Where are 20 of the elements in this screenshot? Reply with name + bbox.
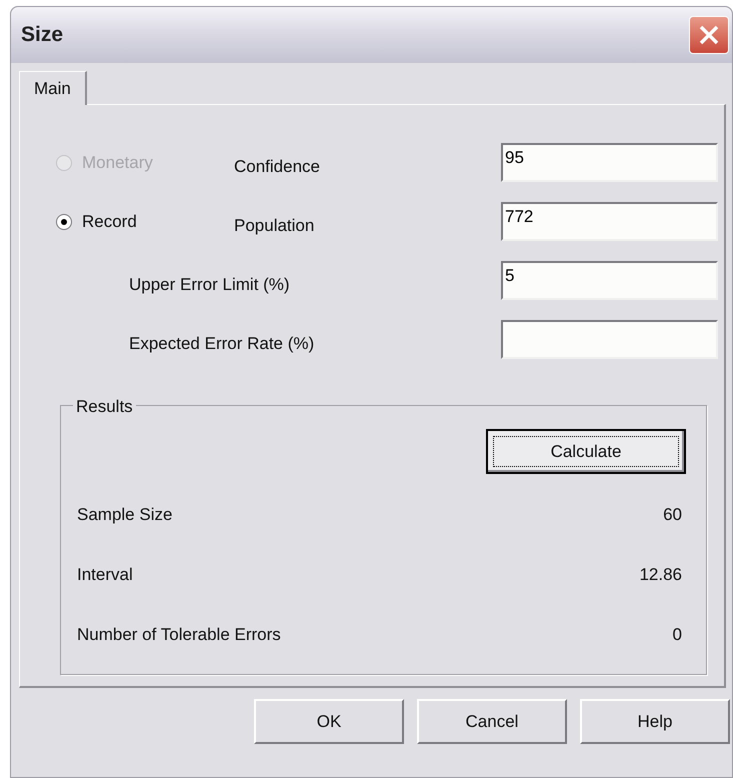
result-label: Interval [77,564,133,586]
input-field[interactable]: 95 [501,143,718,182]
input-field[interactable]: 772 [501,202,718,241]
result-value: 0 [672,624,682,646]
window-title: Size [21,22,64,48]
field-label: Confidence [234,156,320,178]
input-field[interactable]: 5 [501,261,718,300]
dialog-button[interactable]: Cancel [417,699,567,744]
calculate-button[interactable]: Calculate [486,429,686,474]
field-label: Upper Error Limit (%) [129,274,290,296]
field-label: Population [234,214,314,237]
result-label: Number of Tolerable Errors [77,624,281,646]
field-label: Expected Error Rate (%) [129,332,314,355]
tab[interactable]: Main [19,71,87,105]
dialog-button[interactable]: Help [580,699,730,744]
result-value: 12.86 [639,564,682,586]
dialog-button[interactable]: OK [254,699,404,744]
result-value: 60 [663,504,682,526]
result-label: Sample Size [77,504,172,526]
radio-button[interactable]: Record [56,208,137,234]
